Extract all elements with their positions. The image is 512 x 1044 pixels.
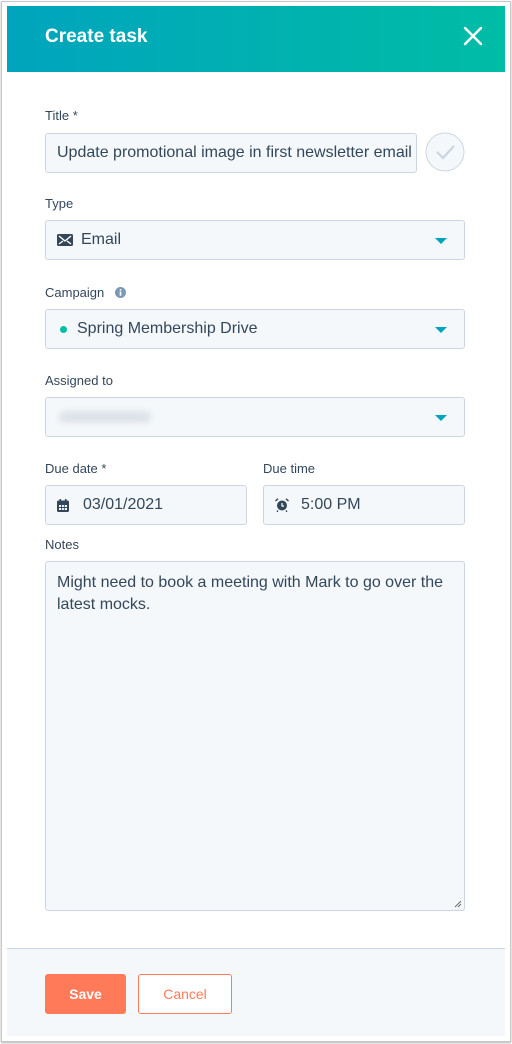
envelope-icon [57,234,73,246]
chevron-down-icon [435,238,447,244]
cancel-button[interactable]: Cancel [138,974,232,1014]
save-button[interactable]: Save [45,974,126,1014]
resize-handle-icon[interactable] [454,900,462,908]
panel-header: Create task [7,6,505,72]
title-label: Title * [45,108,78,123]
campaign-select[interactable]: Spring Membership Drive [45,309,465,349]
close-icon[interactable] [463,26,483,46]
notes-textarea[interactable]: Might need to book a meeting with Mark t… [45,561,465,911]
title-input-value: Update promotional image in first newsle… [57,144,412,161]
campaign-status-dot [60,325,67,333]
due-time-input[interactable]: 5:00 PM [263,485,465,525]
due-date-value: 03/01/2021 [83,496,164,513]
alarm-clock-icon [275,498,289,512]
chevron-down-icon [435,415,447,421]
panel-title: Create task [45,26,148,47]
assigned-select[interactable] [45,397,465,437]
type-select[interactable]: Email [45,220,465,260]
notes-label: Notes [45,537,79,552]
info-icon[interactable] [114,287,126,298]
due-date-input[interactable]: 03/01/2021 [45,485,247,525]
create-task-panel: Create task Title * Update promotional i… [7,6,505,1036]
notes-value: Might need to book a meeting with Mark t… [57,574,443,613]
assigned-value-blurred [59,411,151,423]
calendar-icon [57,498,69,512]
complete-check-icon[interactable] [425,132,465,172]
type-value: Email [81,231,122,248]
type-label: Type [45,196,74,211]
campaign-label: Campaign [45,285,126,300]
assigned-label: Assigned to [45,373,113,388]
title-input[interactable]: Update promotional image in first newsle… [45,133,417,173]
panel-footer: Save Cancel [7,948,505,1036]
due-date-label: Due date * [45,461,107,476]
campaign-value: Spring Membership Drive [77,320,258,337]
chevron-down-icon [435,327,447,333]
due-time-label: Due time [263,461,316,476]
due-time-value: 5:00 PM [301,496,361,513]
